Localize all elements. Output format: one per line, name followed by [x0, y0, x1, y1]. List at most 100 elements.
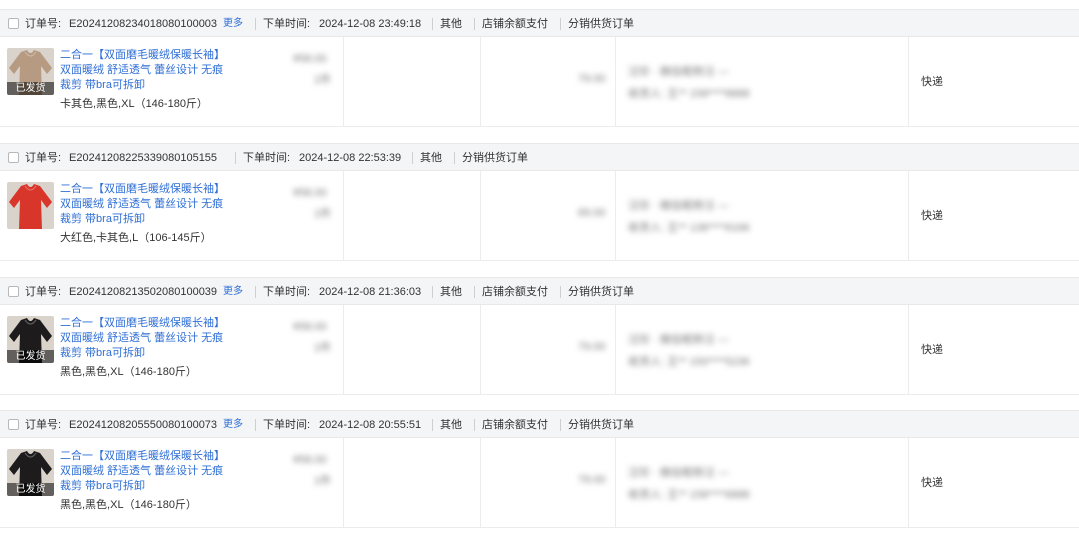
order-time: 2024-12-08 21:36:03 [319, 286, 422, 298]
order-tag: 分销供货订单 [568, 286, 634, 298]
order-body: 已发货 二合一【双面磨毛暖绒保暖长袖】 双面暖绒 舒适透气 蕾丝设计 无痕 裁剪 带b… [0, 305, 1079, 395]
divider [432, 419, 433, 431]
column-divider [343, 37, 344, 127]
order-tag: 店铺余额支付 [482, 419, 548, 431]
order-tag: 分销供货订单 [568, 419, 634, 431]
column-divider [908, 438, 909, 528]
order-time: 2024-12-08 20:55:51 [319, 419, 422, 431]
order-time-label: 下单时间: [263, 18, 311, 30]
order-tag: 分销供货订单 [568, 18, 634, 30]
divider [560, 419, 561, 431]
order-header: 订单号: E20241208225339080105155 下单时间: 2024-12… [0, 143, 1079, 171]
divider [560, 18, 561, 30]
column-divider [615, 305, 616, 395]
order-checkbox[interactable] [8, 152, 19, 163]
column-divider [343, 171, 344, 261]
quantity: 1件 [314, 342, 332, 354]
order-number[interactable]: E20241208205550080100073 [69, 418, 217, 432]
divider [560, 286, 561, 298]
order-block: 订单号: E20241208234018080100003 更多 下单时间: 2024-… [0, 9, 1079, 128]
column-divider [615, 37, 616, 127]
buyer-info: 汪珍 · 微信昵称汪 — [628, 467, 729, 479]
shipped-badge: 已发货 [7, 350, 54, 363]
product-title[interactable]: 裁剪 带bra可拆卸 [60, 212, 145, 227]
order-block: 订单号: E20241208205550080100073 更多 下单时间: 2024-… [0, 410, 1079, 529]
order-time-label: 下单时间: [263, 419, 311, 431]
order-block: 订单号: E20241208225339080105155 下单时间: 2024-12… [0, 143, 1079, 262]
product-title[interactable]: 二合一【双面磨毛暖绒保暖长袖】 [60, 182, 225, 197]
column-divider [908, 37, 909, 127]
order-number[interactable]: E20241208234018080100003 [69, 17, 217, 31]
product-title[interactable]: 双面暖绒 舒适透气 蕾丝设计 无痕 [60, 63, 223, 78]
divider [235, 152, 236, 164]
column-divider [480, 438, 481, 528]
column-divider [908, 171, 909, 261]
order-number-label: 订单号: [25, 286, 62, 298]
product-title[interactable]: 双面暖绒 舒适透气 蕾丝设计 无痕 [60, 197, 223, 212]
column-divider [615, 171, 616, 261]
divider [474, 18, 475, 30]
buyer-info: 汪珍 · 微信昵称汪 — [628, 66, 729, 78]
shipped-badge: 已发货 [7, 82, 54, 95]
order-block: 订单号: E20241208213502080100039 更多 下单时间: 2024-… [0, 277, 1079, 396]
order-amount: 79.00 [578, 474, 606, 486]
product-image[interactable]: 已发货 [7, 48, 54, 95]
unit-price: ¥58.00 [293, 321, 327, 333]
more-button[interactable]: 更多 [223, 418, 243, 432]
product-sku: 黑色,黑色,XL（146-180斤） [60, 366, 197, 378]
quantity: 1件 [314, 475, 332, 487]
more-button[interactable]: 更多 [223, 285, 243, 299]
column-divider [480, 171, 481, 261]
column-divider [480, 37, 481, 127]
product-title[interactable]: 裁剪 带bra可拆卸 [60, 346, 145, 361]
product-title[interactable]: 二合一【双面磨毛暖绒保暖长袖】 [60, 449, 225, 464]
order-tag: 其他 [440, 18, 462, 30]
unit-price: ¥58.00 [293, 454, 327, 466]
order-tag: 店铺余额支付 [482, 18, 548, 30]
product-sku: 大红色,卡其色,L（106-145斤） [60, 232, 212, 244]
order-amount: 79.00 [578, 73, 606, 85]
order-number-label: 订单号: [25, 419, 62, 431]
divider [454, 152, 455, 164]
order-body: 已发货 二合一【双面磨毛暖绒保暖长袖】 双面暖绒 舒适透气 蕾丝设计 无痕 裁剪 带b… [0, 37, 1079, 127]
product-title[interactable]: 双面暖绒 舒适透气 蕾丝设计 无痕 [60, 464, 223, 479]
product-title[interactable]: 裁剪 带bra可拆卸 [60, 479, 145, 494]
order-header: 订单号: E20241208234018080100003 更多 下单时间: 2024-… [0, 9, 1079, 37]
order-tag: 其他 [440, 419, 462, 431]
shipping-method: 快递 [921, 76, 943, 88]
divider [255, 419, 256, 431]
shipping-method: 快递 [921, 210, 943, 222]
product-image[interactable] [7, 182, 54, 229]
order-checkbox[interactable] [8, 419, 19, 430]
buyer-info: 汪珍 · 微信昵称汪 — [628, 200, 729, 212]
order-time: 2024-12-08 22:53:39 [299, 152, 402, 164]
order-time: 2024-12-08 23:49:18 [319, 18, 422, 30]
receiver-info: 收货人: 王** 138****6166 [628, 222, 750, 234]
product-title[interactable]: 二合一【双面磨毛暖绒保暖长袖】 [60, 316, 225, 331]
unit-price: ¥58.00 [293, 53, 327, 65]
quantity: 1件 [314, 208, 332, 220]
shipped-badge: 已发货 [7, 483, 54, 496]
order-tag: 其他 [440, 286, 462, 298]
receiver-info: 收货人: 王** 158****8888 [628, 88, 750, 100]
product-photo [7, 182, 54, 229]
order-number[interactable]: E20241208213502080100039 [69, 285, 217, 299]
quantity: 1件 [314, 74, 332, 86]
product-title[interactable]: 二合一【双面磨毛暖绒保暖长袖】 [60, 48, 225, 63]
order-checkbox[interactable] [8, 286, 19, 297]
product-image[interactable]: 已发货 [7, 316, 54, 363]
order-body: 二合一【双面磨毛暖绒保暖长袖】 双面暖绒 舒适透气 蕾丝设计 无痕 裁剪 带bra可… [0, 171, 1079, 261]
shipping-method: 快递 [921, 344, 943, 356]
divider [474, 419, 475, 431]
more-button[interactable]: 更多 [223, 17, 243, 31]
column-divider [480, 305, 481, 395]
order-checkbox[interactable] [8, 18, 19, 29]
column-divider [908, 305, 909, 395]
unit-price: ¥58.00 [293, 187, 327, 199]
order-number-label: 订单号: [25, 18, 62, 30]
order-number[interactable]: E20241208225339080105155 [69, 151, 217, 165]
product-sku: 卡其色,黑色,XL（146-180斤） [60, 98, 208, 110]
product-image[interactable]: 已发货 [7, 449, 54, 496]
product-title[interactable]: 裁剪 带bra可拆卸 [60, 78, 145, 93]
product-title[interactable]: 双面暖绒 舒适透气 蕾丝设计 无痕 [60, 331, 223, 346]
